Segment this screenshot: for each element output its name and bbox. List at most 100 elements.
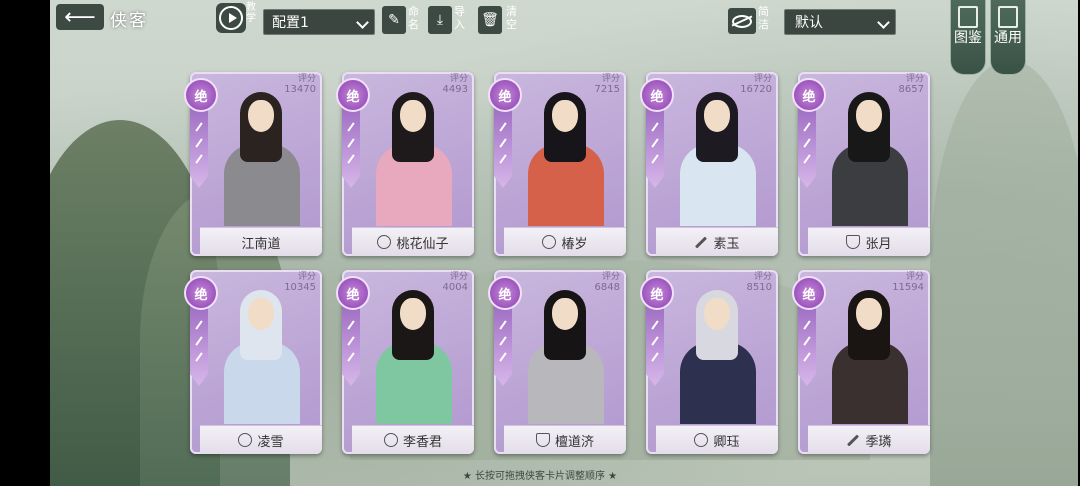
- hero-name: 季璘: [865, 434, 892, 450]
- clear-label: 清空: [506, 5, 517, 31]
- score-label: 评分: [905, 272, 924, 282]
- rarity-badge: 绝: [336, 276, 370, 310]
- trash-icon: 🗑: [481, 12, 499, 28]
- sword-icon: [695, 235, 708, 249]
- rename-button[interactable]: ✎: [382, 6, 406, 34]
- score-value: 10345: [284, 282, 316, 293]
- score-label: 评分: [449, 74, 468, 84]
- eye-off-icon: [732, 14, 752, 28]
- rarity-ribbon: [190, 108, 208, 188]
- mountain-decoration: [930, 60, 1078, 486]
- hero-name: 檀道济: [554, 434, 594, 450]
- score-value: 7215: [594, 84, 620, 95]
- rarity-ribbon: [494, 306, 512, 386]
- hero-portrait: [658, 276, 776, 424]
- scroll-icon: [998, 6, 1018, 28]
- hero-portrait: [810, 276, 928, 424]
- flame-swirl-icon: [542, 235, 557, 249]
- import-button[interactable]: ⤓: [428, 6, 452, 34]
- hero-card[interactable]: 评分 10345 凌雪 绝: [184, 270, 322, 454]
- rarity-badge: 绝: [488, 276, 522, 310]
- rarity-badge: 绝: [336, 78, 370, 112]
- score-label: 评分: [753, 272, 772, 282]
- config-dropdown[interactable]: 配置1: [263, 9, 375, 35]
- rarity-ribbon: [646, 108, 664, 188]
- flame-swirl-icon: [694, 433, 709, 447]
- import-label: 导入: [454, 5, 465, 31]
- sort-dropdown[interactable]: 默认: [784, 9, 896, 35]
- rarity-ribbon: [798, 306, 816, 386]
- lotus-icon: [377, 235, 392, 249]
- rarity-badge: 绝: [184, 78, 218, 112]
- name-bar: 桃花仙子: [352, 227, 474, 256]
- name-bar: 凌雪: [200, 425, 322, 454]
- codex-tab[interactable]: 图鉴: [950, 0, 986, 75]
- score-value: 4493: [442, 84, 468, 95]
- simplify-button[interactable]: [728, 8, 756, 34]
- score-value: 11594: [892, 282, 924, 293]
- score-box: 评分 4004: [443, 272, 468, 293]
- name-bar: 张月: [808, 227, 930, 256]
- hero-name: 张月: [865, 236, 892, 252]
- score-box: 评分 8657: [899, 74, 924, 95]
- tutorial-label: 教学: [246, 2, 256, 24]
- rarity-badge: 绝: [792, 276, 826, 310]
- hero-card[interactable]: 评分 11594 季璘 绝: [792, 270, 930, 454]
- lotus-icon: [383, 433, 398, 447]
- score-box: 评分 10345: [284, 272, 316, 293]
- hero-name: 素玉: [713, 236, 740, 252]
- back-button[interactable]: ⟵: [56, 4, 104, 30]
- score-value: 8510: [746, 282, 772, 293]
- score-box: 评分 13470: [284, 74, 316, 95]
- hero-card[interactable]: 评分 7215 椿岁 绝: [488, 72, 626, 256]
- hero-card[interactable]: 评分 8657 张月 绝: [792, 72, 930, 256]
- rarity-ribbon: [494, 108, 512, 188]
- hero-name: 李香君: [402, 434, 442, 450]
- rarity-ribbon: [342, 108, 360, 188]
- hero-name: 凌雪: [257, 434, 284, 450]
- clear-button[interactable]: 🗑: [478, 6, 502, 34]
- hero-card[interactable]: 评分 4493 桃花仙子 绝: [336, 72, 474, 256]
- rarity-badge: 绝: [488, 78, 522, 112]
- score-label: 评分: [601, 74, 620, 84]
- score-value: 4004: [442, 282, 468, 293]
- sword-icon: [847, 433, 860, 447]
- score-box: 评分 8510: [747, 272, 772, 293]
- top-bar: ⟵ 侠客 教学 配置1 ✎ 命名 ⤓ 导入 🗑 清空 简洁 默认 图鉴 通用: [50, 0, 1078, 75]
- hero-card[interactable]: 评分 13470 江南道 绝: [184, 72, 322, 256]
- hero-card[interactable]: 评分 4004 李香君 绝: [336, 270, 474, 454]
- name-bar: 江南道: [200, 227, 322, 256]
- sort-dropdown-value: 默认: [795, 15, 823, 31]
- hero-portrait: [658, 78, 776, 226]
- score-label: 评分: [297, 74, 316, 84]
- play-icon: [219, 6, 243, 30]
- hero-card[interactable]: 评分 16720 素玉 绝: [640, 72, 778, 256]
- hero-portrait: [506, 276, 624, 424]
- hero-card[interactable]: 评分 8510 卿珏 绝: [640, 270, 778, 454]
- config-dropdown-value: 配置1: [272, 15, 309, 31]
- hero-portrait: [354, 78, 472, 226]
- score-value: 16720: [740, 84, 772, 95]
- hero-name: 卿珏: [713, 434, 740, 450]
- general-tab[interactable]: 通用: [990, 0, 1026, 75]
- simplify-label: 简洁: [758, 5, 769, 31]
- hero-name: 椿岁: [561, 236, 588, 252]
- rarity-badge: 绝: [640, 78, 674, 112]
- hero-card[interactable]: 评分 6848 檀道济 绝: [488, 270, 626, 454]
- hero-portrait: [810, 78, 928, 226]
- score-value: 6848: [594, 282, 620, 293]
- hero-portrait: [202, 276, 320, 424]
- book-icon: [958, 6, 978, 28]
- score-label: 评分: [601, 272, 620, 282]
- back-arrow-icon: ⟵: [64, 4, 96, 30]
- codex-tab-label: 图鉴: [954, 30, 982, 46]
- hero-name: 桃花仙子: [396, 236, 449, 252]
- flame-swirl-icon: [238, 433, 253, 447]
- score-label: 评分: [449, 272, 468, 282]
- tutorial-button[interactable]: [216, 3, 246, 33]
- rarity-ribbon: [646, 306, 664, 386]
- download-icon: ⤓: [436, 12, 444, 28]
- chevron-down-icon: [356, 16, 369, 29]
- rarity-ribbon: [798, 108, 816, 188]
- score-box: 评分 4493: [443, 74, 468, 95]
